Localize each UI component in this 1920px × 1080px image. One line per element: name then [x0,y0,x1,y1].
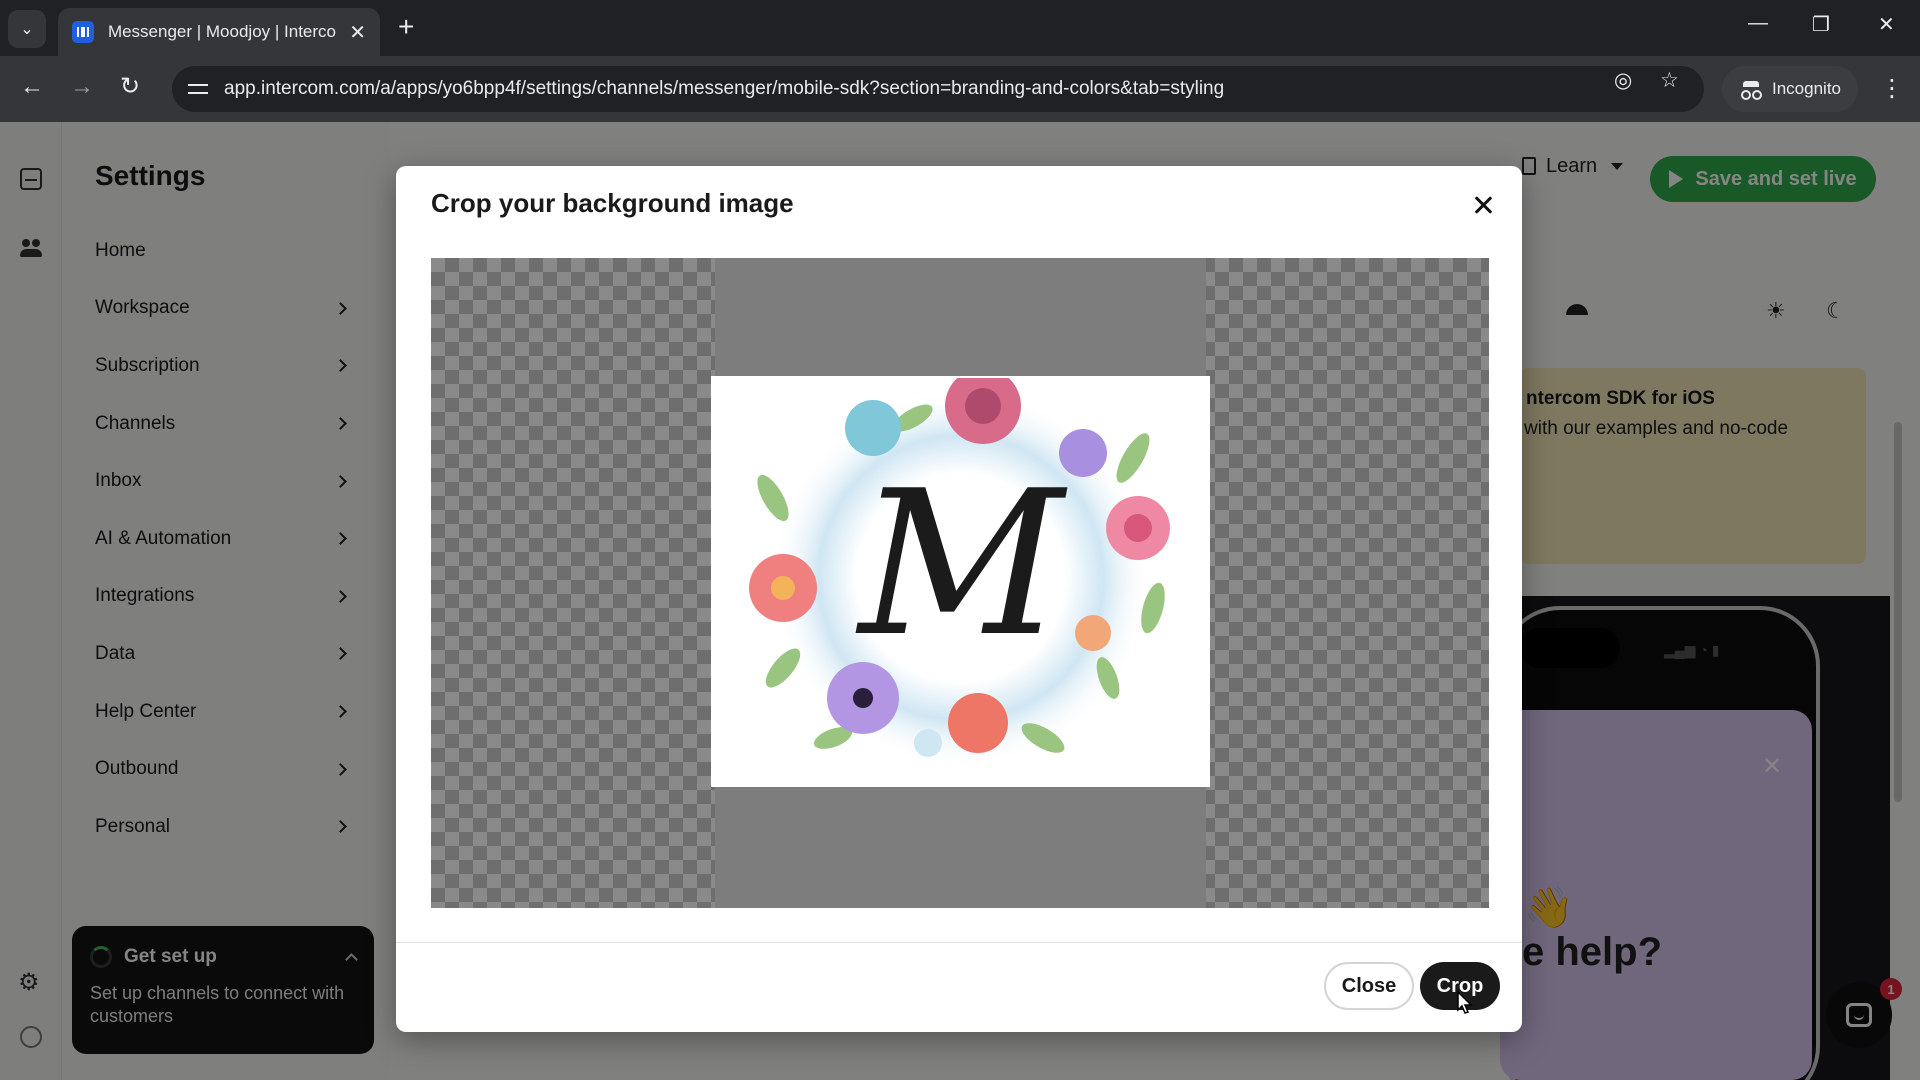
crop-canvas[interactable]: M [431,258,1489,908]
close-tab-icon[interactable]: ✕ [349,20,366,45]
incognito-indicator[interactable]: Incognito [1722,66,1858,112]
tab-title: Messenger | Moodjoy | Interco [107,22,336,41]
floral-monogram-image: M [713,378,1208,785]
mouse-cursor-icon [1457,990,1473,1014]
browser-tab-bar: ⌄ Messenger | Moodjoy | Interco ✕ + — ❐ … [0,0,1920,56]
crop-selection[interactable]: M [711,376,1210,787]
star-icon[interactable]: ☆ [1660,68,1679,93]
new-tab-icon[interactable]: + [398,12,414,42]
browser-tab[interactable]: Messenger | Moodjoy | Interco ✕ [58,8,380,56]
back-icon[interactable]: ← [20,74,44,100]
close-window-icon[interactable]: ✕ [1878,12,1895,37]
address-bar: ← → ↻ app.intercom.com/a/apps/yo6bpp4f/s… [0,56,1920,122]
dialog-title: Crop your background image [431,188,794,218]
monogram-letter: M [855,448,1068,681]
more-vert-icon[interactable]: ⋮ [1880,74,1904,103]
url-text[interactable]: app.intercom.com/a/apps/yo6bpp4f/setting… [224,78,1224,100]
incognito-label: Incognito [1772,79,1841,98]
crop-image-dialog: Crop your background image M Close Crop [396,166,1522,1032]
tab-search-icon[interactable]: ⌄ [8,10,46,48]
restore-icon[interactable]: ❐ [1812,12,1830,37]
dialog-divider [396,942,1522,943]
intercom-favicon-icon [72,21,94,43]
minimize-icon[interactable]: — [1748,12,1768,35]
incognito-icon [1740,81,1762,100]
url-field[interactable]: app.intercom.com/a/apps/yo6bpp4f/setting… [172,66,1704,112]
eye-off-icon[interactable]: ◎ [1614,68,1632,93]
close-icon[interactable] [1472,194,1494,216]
close-button[interactable]: Close [1324,962,1414,1010]
site-info-icon[interactable] [188,81,208,97]
forward-icon[interactable]: → [70,74,94,100]
reload-icon[interactable]: ↻ [120,74,140,100]
